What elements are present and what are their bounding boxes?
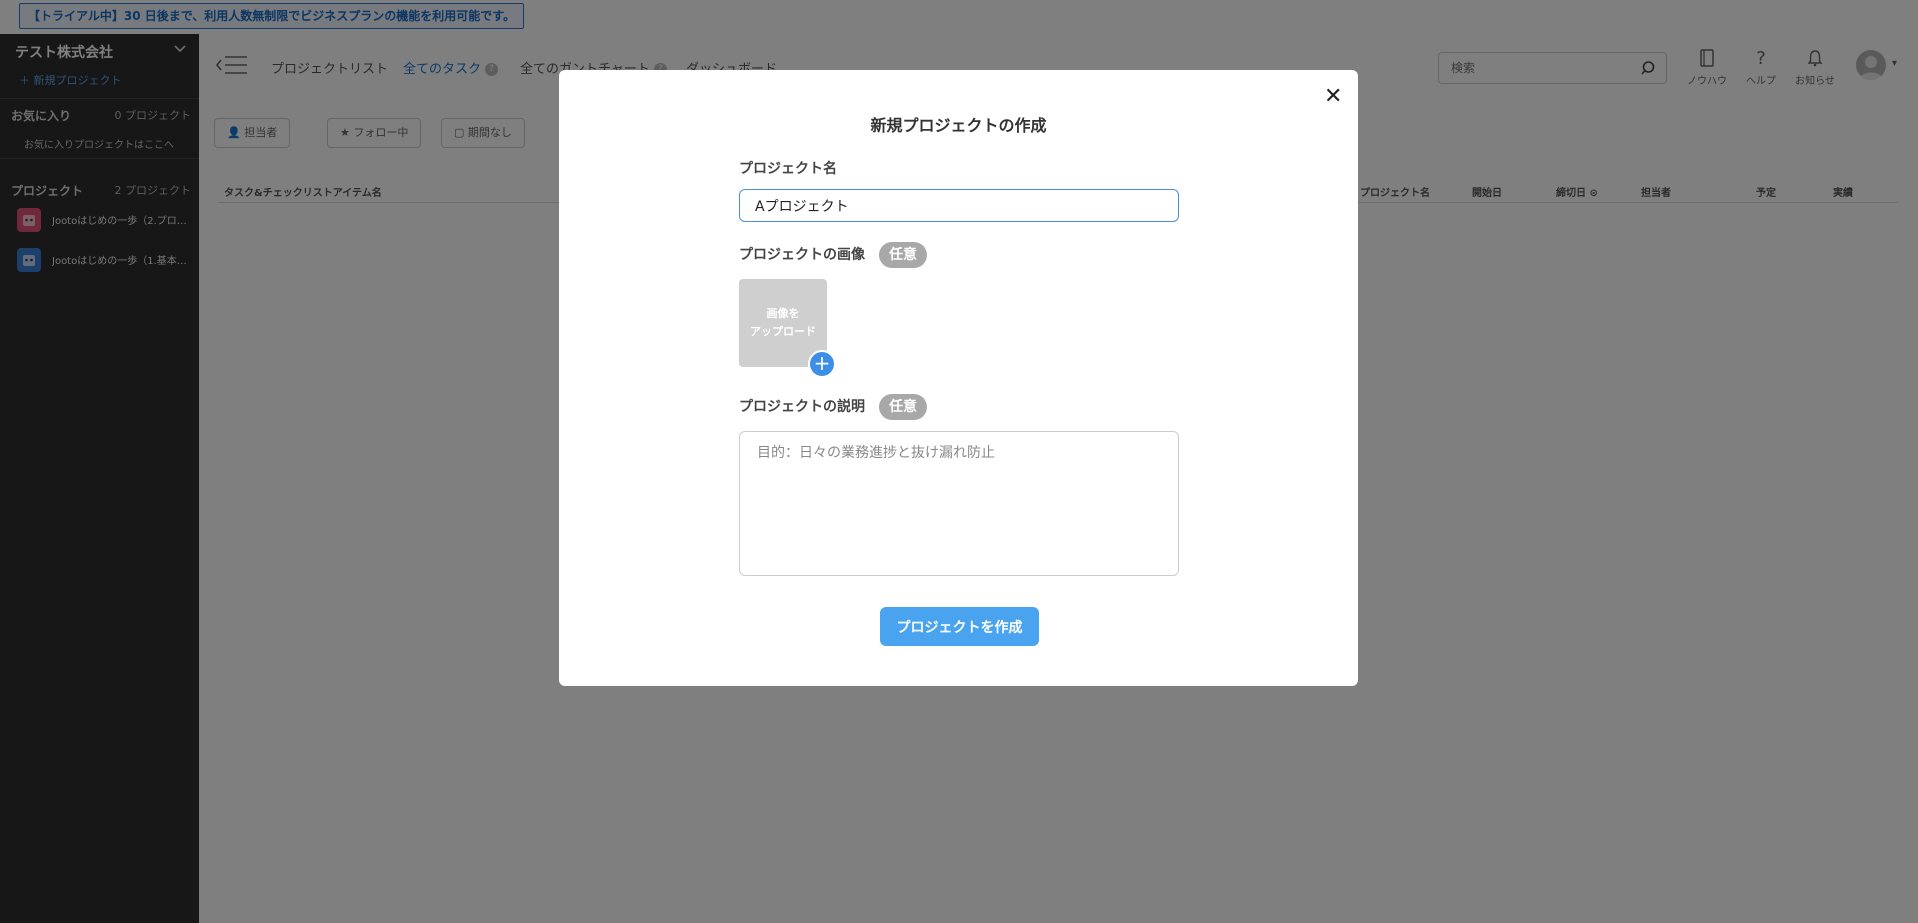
project-name-label: プロジェクト名 xyxy=(739,161,837,177)
project-desc-label-row: プロジェクトの説明 任意 xyxy=(739,394,927,420)
create-project-button[interactable]: プロジェクトを作成 xyxy=(880,607,1039,646)
optional-badge: 任意 xyxy=(879,242,927,268)
modal-title: 新規プロジェクトの作成 xyxy=(870,116,1047,135)
add-image-plus-icon[interactable]: + xyxy=(808,350,836,378)
project-image-label: プロジェクトの画像 xyxy=(739,247,865,263)
project-desc-label: プロジェクトの説明 xyxy=(739,399,865,415)
project-image-label-row: プロジェクトの画像 任意 xyxy=(739,242,927,268)
optional-badge: 任意 xyxy=(879,394,927,420)
project-description-textarea[interactable] xyxy=(739,431,1179,576)
close-icon[interactable]: ✕ xyxy=(1324,84,1342,109)
project-name-input[interactable] xyxy=(739,189,1179,222)
upload-text: 画像を xyxy=(766,307,800,320)
new-project-modal: ✕ 新規プロジェクトの作成 プロジェクト名 プロジェクトの画像任意 画像を アッ… xyxy=(559,70,1358,686)
upload-text: アップロード xyxy=(750,325,816,338)
